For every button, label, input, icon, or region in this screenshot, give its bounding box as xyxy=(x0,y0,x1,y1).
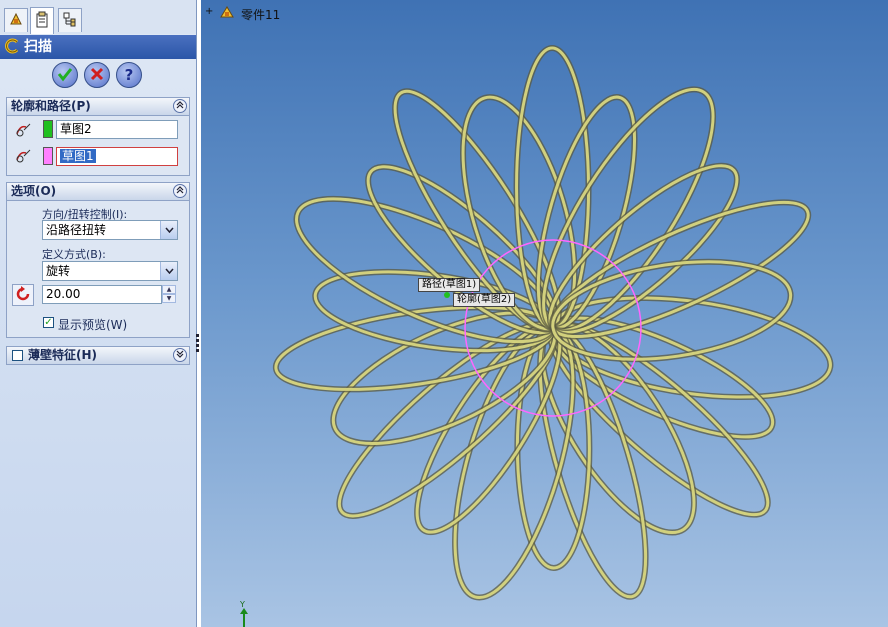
chevron-up-icon xyxy=(175,98,185,115)
spin-up-icon[interactable]: ▲ xyxy=(162,285,176,294)
profile-selection-icon xyxy=(14,122,32,143)
graphics-area[interactable]: + 零件11 路径(草图1) 轮廓(草图2) Y xyxy=(201,0,888,627)
feature-tree-icon xyxy=(8,11,24,30)
chevron-down-icon[interactable] xyxy=(160,262,177,280)
collapse-profile-path-button[interactable] xyxy=(173,99,187,113)
define-by-label: 定义方式(B): xyxy=(42,248,106,261)
profile-selection-field[interactable]: 草图2 xyxy=(56,120,178,139)
thin-feature-title: 薄壁特征(H) xyxy=(28,348,98,362)
thin-feature-checkbox[interactable] xyxy=(12,350,23,361)
tab-configuration-manager[interactable] xyxy=(58,8,82,32)
orientation-value: 沿路径扭转 xyxy=(46,223,107,237)
part-icon xyxy=(218,4,236,23)
triad-arrow-icon xyxy=(240,608,248,627)
show-preview-checkbox[interactable]: ✓ xyxy=(43,317,54,328)
chevron-down-icon xyxy=(175,347,185,364)
configuration-manager-icon xyxy=(62,11,78,30)
path-color-swatch xyxy=(43,147,53,165)
spin-down-icon[interactable]: ▼ xyxy=(162,294,176,303)
define-by-value: 旋转 xyxy=(46,264,71,278)
collapse-options-button[interactable] xyxy=(173,184,187,198)
feature-title: 扫描 xyxy=(24,39,52,55)
path-selection-field[interactable]: 草图1 xyxy=(56,147,178,166)
axis-triad: Y xyxy=(237,600,251,627)
profile-marker[interactable] xyxy=(444,292,450,298)
path-value: 草图1 xyxy=(60,149,96,163)
path-selection-icon xyxy=(14,148,32,169)
property-manager: 扫描 ? 轮廓和路径(P) 草图2 草图1 选项(O) 方向/扭转控制(I): … xyxy=(0,0,197,627)
ok-button[interactable] xyxy=(52,62,78,88)
part-name: 零件11 xyxy=(241,8,281,22)
sweep-preview xyxy=(272,45,834,601)
ok-check-icon xyxy=(57,66,73,85)
chevron-up-icon xyxy=(175,183,185,200)
feature-title-bar: 扫描 xyxy=(0,35,196,59)
profile-color-swatch xyxy=(43,120,53,138)
chevron-down-icon[interactable] xyxy=(160,221,177,239)
profile-path-group-header[interactable]: 轮廓和路径(P) xyxy=(6,97,190,116)
tab-property-manager[interactable] xyxy=(30,7,54,34)
rotate-icon xyxy=(15,285,31,305)
expand-thin-feature-button[interactable] xyxy=(173,348,187,362)
thin-feature-group-header[interactable]: 薄壁特征(H) xyxy=(6,346,190,365)
twist-angle-value: 20.00 xyxy=(46,287,81,301)
twist-angle-input[interactable]: 20.00 xyxy=(42,285,162,304)
checkmark-icon: ✓ xyxy=(44,317,53,328)
options-group-header[interactable]: 选项(O) xyxy=(6,182,190,201)
define-by-select[interactable]: 旋转 xyxy=(42,261,178,281)
expand-plus-icon[interactable]: + xyxy=(205,6,213,17)
tab-feature-tree[interactable] xyxy=(4,8,28,32)
profile-callout[interactable]: 轮廓(草图2) xyxy=(453,293,516,307)
profile-path-group-body: 草图2 草图1 xyxy=(6,116,190,176)
property-manager-icon xyxy=(34,11,50,32)
manager-tabs xyxy=(0,0,196,34)
help-question-icon: ? xyxy=(124,66,134,84)
sweep-icon xyxy=(4,38,20,62)
cancel-x-icon xyxy=(90,67,104,84)
profile-path-group-title: 轮廓和路径(P) xyxy=(11,99,91,113)
show-preview-label: 显示预览(W) xyxy=(58,318,128,332)
options-group-title: 选项(O) xyxy=(11,184,57,198)
panel-splitter[interactable] xyxy=(196,334,199,354)
reverse-direction-button[interactable] xyxy=(12,284,34,306)
path-callout[interactable]: 路径(草图1) xyxy=(418,278,481,292)
profile-value: 草图2 xyxy=(60,122,92,136)
help-button[interactable]: ? xyxy=(116,62,142,88)
twist-angle-spinner[interactable]: ▲ ▼ xyxy=(162,285,176,304)
cancel-button[interactable] xyxy=(84,62,110,88)
orientation-select[interactable]: 沿路径扭转 xyxy=(42,220,178,240)
